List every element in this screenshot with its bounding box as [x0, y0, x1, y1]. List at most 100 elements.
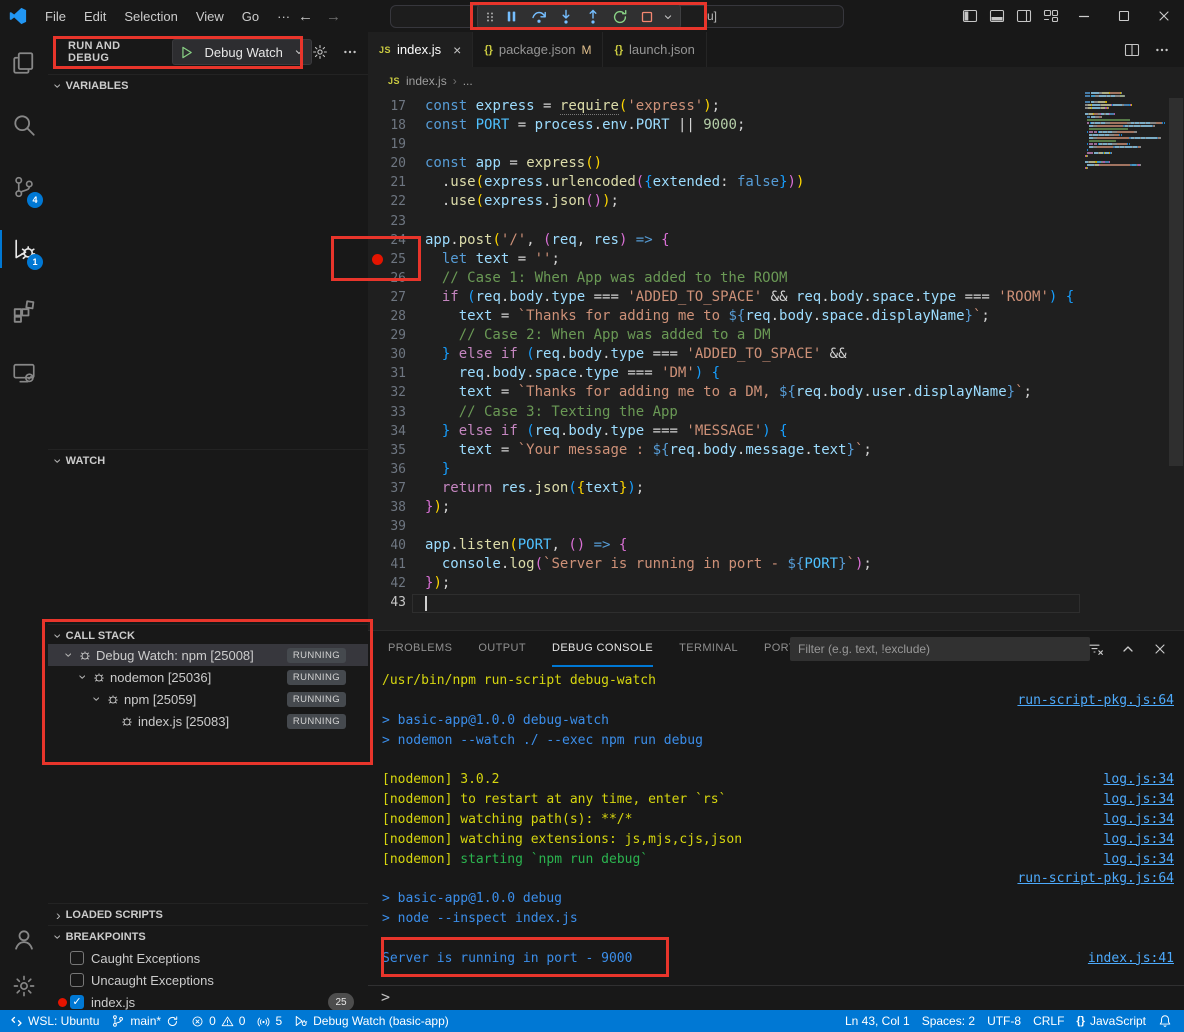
menu-edit[interactable]: Edit — [75, 0, 115, 32]
line-number[interactable]: 20 — [368, 154, 425, 173]
filter-icon[interactable] — [1088, 641, 1104, 657]
line-number[interactable]: 31 — [368, 364, 425, 383]
split-editor-icon[interactable] — [1124, 42, 1140, 58]
console-source-link[interactable]: index.js:41 — [1088, 949, 1174, 969]
status-language[interactable]: {}JavaScript — [1070, 1010, 1152, 1032]
layout-grid-icon[interactable] — [1037, 0, 1064, 32]
console-source-link[interactable]: run-script-pkg.js:64 — [1017, 869, 1174, 889]
nav-forward-icon[interactable]: → — [326, 0, 341, 32]
tab-index-js[interactable]: JSindex.js× — [368, 32, 473, 67]
editor-more-actions-icon[interactable] — [1154, 42, 1170, 58]
breadcrumb-item[interactable]: index.js — [406, 74, 447, 88]
line-number[interactable]: 35 — [368, 441, 425, 460]
breakpoint-dot[interactable] — [372, 254, 383, 265]
console-source-link[interactable]: log.js:34 — [1104, 810, 1174, 830]
menu-[interactable]: ··· — [268, 0, 299, 32]
panel-tab-debug-console[interactable]: DEBUG CONSOLE — [552, 631, 653, 667]
console-source-link[interactable]: log.js:34 — [1104, 830, 1174, 850]
status-encoding[interactable]: UTF-8 — [981, 1010, 1027, 1032]
line-number[interactable]: 40 — [368, 536, 425, 555]
tab-package-json[interactable]: {}package.jsonM — [473, 32, 603, 67]
chevron-down-icon[interactable]: › — [90, 692, 104, 707]
line-number[interactable]: 33 — [368, 403, 425, 422]
line-number[interactable]: 17 — [368, 97, 425, 116]
line-number[interactable]: 27 — [368, 288, 425, 307]
line-number[interactable]: 38 — [368, 498, 425, 517]
activity-search[interactable] — [0, 94, 48, 156]
console-source-link[interactable]: log.js:34 — [1104, 850, 1174, 870]
activity-extensions[interactable] — [0, 280, 48, 342]
close-tab-icon[interactable]: × — [453, 42, 461, 58]
activity-accounts[interactable] — [0, 916, 48, 964]
debug-step-over-icon[interactable] — [526, 5, 551, 28]
status-notifications[interactable] — [1152, 1010, 1178, 1032]
line-number[interactable]: 32 — [368, 383, 425, 402]
close-icon[interactable] — [1144, 0, 1184, 32]
menu-selection[interactable]: Selection — [115, 0, 186, 32]
code-editor[interactable]: 17const express = require('express');18c… — [368, 97, 1184, 613]
panel-tab-output[interactable]: OUTPUT — [478, 631, 526, 667]
section-watch[interactable]: ›WATCH — [48, 449, 368, 471]
status-cursor-position[interactable]: Ln 43, Col 1 — [839, 1010, 916, 1032]
minimap[interactable] — [1085, 92, 1165, 173]
start-debug-icon[interactable] — [179, 45, 194, 60]
launch-config-dropdown[interactable]: Debug Watch — [172, 39, 312, 65]
status-ports[interactable]: 5 — [251, 1010, 288, 1032]
debug-pause-icon[interactable] — [499, 5, 524, 28]
section-breakpoints[interactable]: ›BREAKPOINTS — [48, 925, 368, 947]
maximize-panel-icon[interactable] — [1120, 641, 1136, 657]
console-source-link[interactable]: log.js:34 — [1104, 790, 1174, 810]
activity-explorer[interactable] — [0, 32, 48, 94]
minimize-icon[interactable] — [1064, 0, 1104, 32]
debug-step-into-icon[interactable] — [553, 5, 578, 28]
line-number[interactable]: 18 — [368, 116, 425, 135]
debug-chevron-down-icon[interactable] — [661, 5, 675, 28]
chevron-down-icon[interactable]: › — [76, 670, 90, 685]
maximize-icon[interactable] — [1104, 0, 1144, 32]
breadcrumb[interactable]: JSindex.js›... — [368, 67, 1184, 95]
editor-scrollbar[interactable] — [1169, 98, 1183, 466]
line-number[interactable]: 21 — [368, 173, 425, 192]
debug-stop-icon[interactable] — [634, 5, 659, 28]
checkbox[interactable] — [70, 973, 84, 987]
call-stack-session[interactable]: ›npm [25059]RUNNING — [48, 688, 368, 710]
chevron-down-icon[interactable]: › — [62, 648, 76, 663]
status-problems[interactable]: 00 — [185, 1010, 251, 1032]
line-number[interactable]: 34 — [368, 422, 425, 441]
breakpoint-row[interactable]: Uncaught Exceptions — [48, 969, 368, 991]
status-debug-session[interactable]: Debug Watch (basic-app) — [288, 1010, 455, 1032]
activity-source-control[interactable]: 4 — [0, 156, 48, 218]
breadcrumb-item[interactable]: ... — [463, 74, 473, 88]
sidebar-more-actions-icon[interactable] — [342, 44, 358, 60]
activity-run-and-debug[interactable]: 1 — [0, 218, 48, 280]
line-number[interactable]: 28 — [368, 307, 425, 326]
panel-tab-terminal[interactable]: TERMINAL — [679, 631, 738, 667]
line-number[interactable]: 19 — [368, 135, 425, 154]
line-number[interactable]: 24 — [368, 231, 425, 250]
tab-launch-json[interactable]: {}launch.json — [603, 32, 706, 67]
breakpoint-row[interactable]: Caught Exceptions — [48, 947, 368, 969]
line-number[interactable]: 30 — [368, 345, 425, 364]
line-number[interactable]: 22 — [368, 192, 425, 211]
console-source-link[interactable]: run-script-pkg.js:64 — [1017, 691, 1174, 711]
nav-back-icon[interactable]: ← — [298, 0, 313, 32]
menu-go[interactable]: Go — [233, 0, 268, 32]
section-call-stack[interactable]: ›CALL STACK — [48, 624, 368, 646]
debug-settings-gear-icon[interactable] — [312, 44, 328, 60]
menu-view[interactable]: View — [187, 0, 233, 32]
close-panel-icon[interactable] — [1152, 641, 1168, 657]
repl-prompt[interactable]: > — [381, 988, 390, 1006]
call-stack-session[interactable]: ›Debug Watch: npm [25008]RUNNING — [48, 644, 368, 666]
line-number[interactable]: 36 — [368, 460, 425, 479]
checkbox[interactable]: ✓ — [70, 995, 84, 1009]
line-number[interactable]: 41 — [368, 555, 425, 574]
call-stack-session[interactable]: index.js [25083]RUNNING — [48, 710, 368, 732]
line-number[interactable]: 42 — [368, 574, 425, 593]
layout-bottom-icon[interactable] — [983, 0, 1010, 32]
section-variables[interactable]: ›VARIABLES — [48, 74, 368, 96]
layout-left-icon[interactable] — [956, 0, 983, 32]
status-indentation[interactable]: Spaces: 2 — [916, 1010, 981, 1032]
checkbox[interactable] — [70, 951, 84, 965]
status-branch[interactable]: main* — [105, 1010, 185, 1032]
line-number[interactable]: 26 — [368, 269, 425, 288]
